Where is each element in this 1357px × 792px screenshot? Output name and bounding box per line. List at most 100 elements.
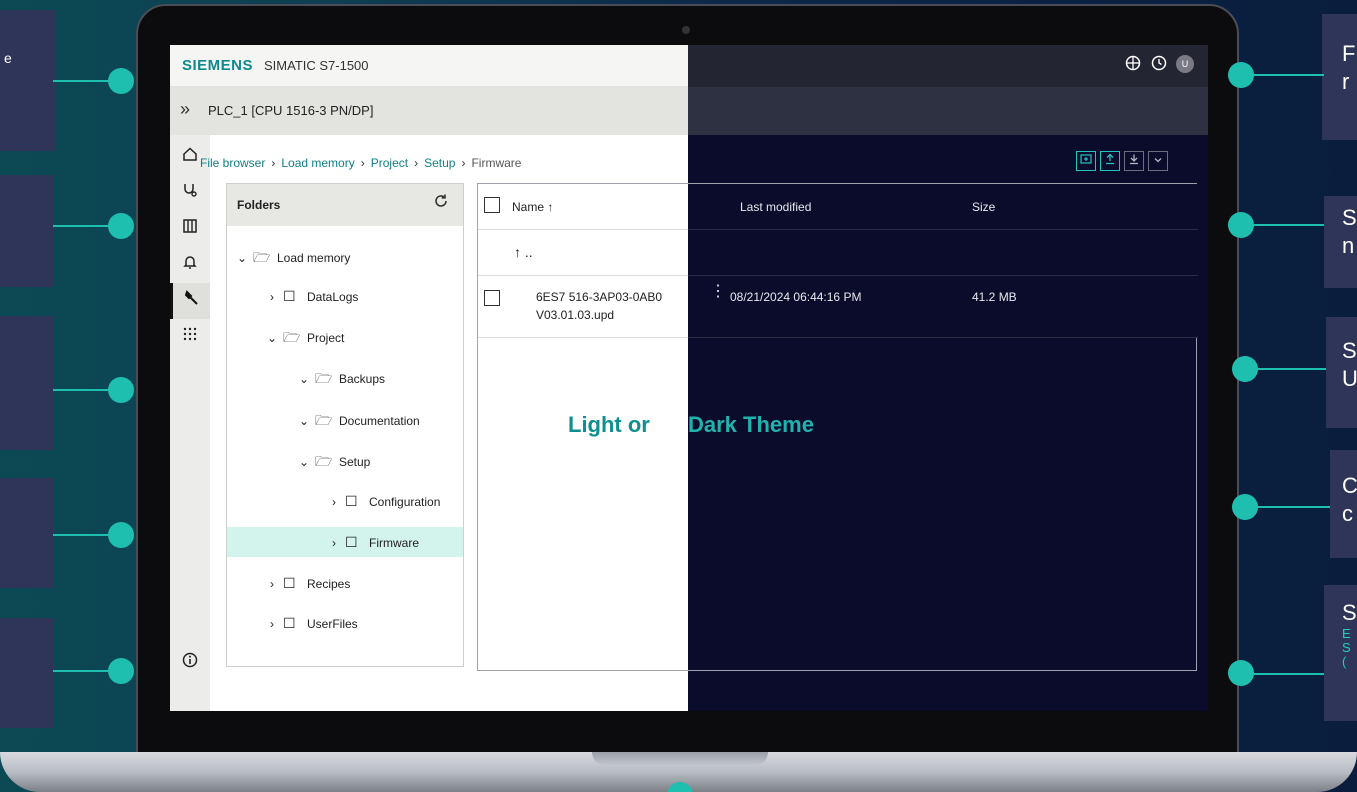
annotation-card-left-1-text: e (4, 50, 12, 66)
connector-dot (108, 522, 134, 548)
apps-grid-icon[interactable] (170, 319, 210, 355)
tree-item-documentation[interactable]: ⌄ 🗁 Documentation (227, 405, 463, 435)
tree-item-label: Load memory (277, 251, 351, 265)
file-name-line1: 6ES7 516-3AP03-0AB0 (536, 290, 663, 304)
chevron-right-icon[interactable]: › (323, 528, 345, 558)
tree-item-backups[interactable]: ⌄ 🗁 Backups (227, 363, 463, 393)
connector-line (1246, 74, 1324, 76)
breadcrumb-project[interactable]: Project (371, 156, 408, 170)
chevron-down-icon[interactable]: ⌄ (293, 364, 315, 394)
notifications-icon[interactable] (170, 247, 210, 283)
tree-item-setup[interactable]: ⌄ 🗁 Setup (227, 446, 463, 476)
chevron-down-icon[interactable]: ⌄ (231, 243, 253, 273)
chevron-right-icon[interactable]: › (323, 487, 345, 517)
annotation-text: C (1342, 473, 1357, 498)
annotation-card-right-5: S E S ( (1324, 585, 1357, 721)
file-row-menu-icon[interactable]: ⋮ (710, 284, 726, 300)
expand-nav-icon[interactable]: » (180, 99, 190, 120)
info-icon[interactable] (170, 645, 210, 681)
connector-dot (108, 68, 134, 94)
tree-item-label: Project (307, 331, 345, 345)
tree-item-load-memory[interactable]: ⌄ 🗁 Load memory (227, 242, 463, 272)
folders-header: Folders (227, 184, 463, 226)
connector-dot (108, 658, 134, 684)
chevron-right-icon[interactable]: › (261, 569, 283, 599)
theme-label-dark: Dark Theme (688, 412, 814, 437)
tree-item-label: Recipes (307, 577, 351, 591)
device-bar-dark (688, 87, 1208, 135)
folder-open-icon: 🗁 (315, 453, 333, 469)
breadcrumb-setup[interactable]: Setup (424, 156, 455, 170)
tree-item-label: Setup (339, 455, 371, 469)
connector-dot (1232, 494, 1258, 520)
parent-dir-row-dark (688, 230, 1198, 276)
new-folder-icon[interactable] (1076, 151, 1096, 171)
column-modified-header[interactable]: Last modified (740, 200, 811, 214)
tree-item-recipes[interactable]: › ☐ Recipes (227, 568, 463, 598)
tree-item-label: DataLogs (307, 290, 359, 304)
chevron-down-icon[interactable]: ⌄ (261, 323, 283, 353)
chevron-right-icon[interactable]: › (261, 282, 283, 312)
refresh-icon[interactable] (433, 193, 449, 214)
maintenance-wrench-icon[interactable] (170, 283, 210, 319)
tree-item-label: Documentation (339, 414, 420, 428)
tree-item-configuration[interactable]: › ☐ Configuration (227, 486, 463, 516)
connector-dot (108, 377, 134, 403)
tree-item-userfiles[interactable]: › ☐ UserFiles (227, 608, 463, 638)
folder-icon: ☐ (283, 288, 296, 304)
file-row-checkbox[interactable] (484, 290, 500, 306)
tree-item-datalogs[interactable]: › ☐ DataLogs (227, 281, 463, 311)
chevron-down-icon[interactable] (1148, 151, 1168, 171)
breadcrumb-current: Firmware (471, 156, 522, 170)
annotation-text: S (1342, 600, 1357, 625)
annotation-card-left-1: e (0, 10, 55, 151)
connector-dot (1228, 660, 1254, 686)
folder-icon: ☐ (283, 615, 296, 631)
siemens-logo: SIEMENS (182, 57, 254, 74)
breadcrumb-load-memory[interactable]: Load memory (281, 156, 354, 170)
parent-dir-label: ↑ .. (514, 244, 533, 260)
laptop-base-notch (592, 752, 768, 766)
tree-item-firmware[interactable]: › ☐ Firmware (227, 527, 463, 557)
connector-line (1246, 506, 1330, 508)
connector-line (1246, 224, 1324, 226)
modules-icon[interactable] (170, 211, 210, 247)
device-bar-light: » PLC_1 [CPU 1516-3 PN/DP] (170, 87, 688, 135)
tree-item-project[interactable]: ⌄ 🗁 Project (227, 322, 463, 352)
globe-icon[interactable] (1124, 55, 1142, 73)
chevron-down-icon[interactable]: ⌄ (293, 406, 315, 436)
file-name-line2: V03.01.03.upd (536, 308, 615, 322)
diagnostics-icon[interactable] (170, 175, 210, 211)
folder-open-icon: 🗁 (315, 370, 333, 386)
download-icon[interactable] (1124, 151, 1144, 171)
parent-dir-row[interactable]: ↑ .. (478, 230, 688, 276)
connector-dot (1228, 62, 1254, 88)
column-name-header[interactable]: Name ↑ (512, 200, 553, 214)
column-size-header[interactable]: Size (972, 200, 995, 214)
folder-open-icon: 🗁 (253, 249, 271, 265)
chevron-right-icon[interactable]: › (261, 609, 283, 639)
annotation-card-left-5 (0, 618, 53, 728)
user-icon[interactable]: U (1176, 55, 1194, 73)
tree-item-label: Backups (339, 372, 386, 386)
product-name: SIMATIC S7-1500 (264, 58, 369, 73)
annotation-text: S (1342, 205, 1357, 230)
breadcrumb-file-browser[interactable]: File browser (200, 156, 265, 170)
file-row-dark[interactable]: ⋮ 08/21/2024 06:44:16 PM 41.2 MB (688, 276, 1198, 338)
annotation-text: r (1342, 69, 1350, 94)
annotation-text: n (1342, 233, 1355, 258)
top-icons: U (1124, 55, 1194, 73)
file-row[interactable]: 6ES7 516-3AP03-0AB0 V03.01.03.upd (478, 276, 688, 338)
side-navigation (170, 135, 210, 711)
annotation-text: c (1342, 501, 1353, 526)
file-list-empty-light (478, 339, 688, 670)
annotation-text: S (1342, 338, 1357, 363)
top-bar-light: SIEMENS SIMATIC S7-1500 (170, 45, 688, 87)
annotation-subtext: S (1342, 640, 1351, 655)
chevron-down-icon[interactable]: ⌄ (293, 447, 315, 477)
select-all-checkbox[interactable] (484, 197, 500, 213)
clock-icon[interactable] (1150, 55, 1168, 73)
annotation-subtext: ( (1342, 654, 1347, 669)
upload-icon[interactable] (1100, 151, 1120, 171)
device-bar: » PLC_1 [CPU 1516-3 PN/DP] (170, 87, 1208, 135)
